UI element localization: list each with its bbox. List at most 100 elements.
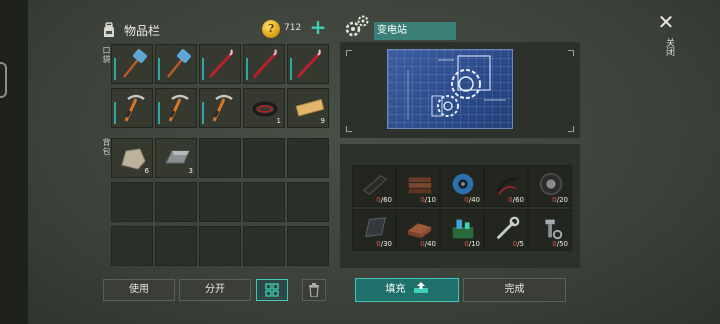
material-requirement: 0/60 — [508, 196, 524, 204]
crowbar-icon — [208, 49, 234, 79]
empty-slot[interactable] — [111, 226, 153, 266]
inventory-slot[interactable]: 3 — [155, 138, 197, 178]
crowbar-icon — [252, 49, 278, 79]
durability-bar — [114, 58, 116, 80]
inventory-slot[interactable] — [155, 88, 197, 128]
empty-slot[interactable] — [199, 226, 241, 266]
blueprint-gears-icon — [407, 55, 506, 120]
grid-icon — [265, 283, 279, 297]
wires-icon — [495, 177, 518, 195]
item-count: 3 — [188, 167, 193, 175]
bolts-icon — [545, 219, 563, 240]
material-need: /60 — [512, 196, 524, 204]
durability-bar — [246, 58, 248, 80]
material-slot[interactable]: 0/20 — [528, 165, 572, 207]
empty-slot[interactable] — [243, 182, 285, 222]
use-button[interactable]: 使用 — [103, 279, 175, 301]
delete-button[interactable] — [302, 279, 326, 301]
frame-corner — [568, 126, 574, 132]
split-button[interactable]: 分开 — [179, 279, 251, 301]
durability-bar — [290, 58, 292, 80]
wrench-icon — [496, 216, 520, 240]
inventory-header: 物品栏 — [100, 18, 160, 42]
iron-ingot-icon — [165, 150, 190, 164]
sort-button[interactable] — [256, 279, 288, 301]
inventory-slot[interactable] — [111, 44, 153, 84]
coin-icon: ? — [262, 20, 280, 38]
material-need: /40 — [424, 240, 436, 248]
material-requirement: 0/30 — [376, 240, 392, 248]
inventory-slot[interactable] — [155, 44, 197, 84]
item-count: 9 — [320, 117, 325, 125]
durability-bar — [114, 102, 116, 124]
station-name: 变电站 — [374, 22, 456, 40]
material-slot[interactable]: 0/60 — [484, 165, 528, 207]
pickaxe-icon — [212, 94, 233, 122]
material-need: /20 — [556, 196, 568, 204]
material-slot[interactable]: 0/60 — [352, 165, 396, 207]
fill-icon — [413, 282, 428, 293]
close-icon[interactable]: ✕ — [656, 12, 676, 32]
material-requirement: 0/10 — [464, 240, 480, 248]
pickaxe-icon — [124, 94, 145, 122]
pickaxe-icon — [168, 94, 189, 122]
tire-icon — [539, 172, 563, 196]
material-slot[interactable]: 0/10 — [440, 209, 484, 251]
add-coins-button[interactable]: + — [309, 17, 327, 37]
empty-slot[interactable] — [243, 226, 285, 266]
item-count: 6 — [144, 167, 149, 175]
material-requirement: 0/50 — [552, 240, 568, 248]
material-slot[interactable]: 0/50 — [528, 209, 572, 251]
material-requirement: 0/40 — [464, 196, 480, 204]
empty-slot[interactable] — [243, 138, 285, 178]
durability-bar — [202, 58, 204, 80]
material-need: /50 — [556, 240, 568, 248]
empty-slot[interactable] — [287, 226, 329, 266]
inventory-slot[interactable] — [199, 44, 241, 84]
frame-corner — [568, 50, 574, 56]
material-slot[interactable]: 0/40 — [396, 209, 440, 251]
material-requirement: 0/20 — [552, 196, 568, 204]
wood-plank-icon — [295, 98, 324, 117]
empty-slot[interactable] — [199, 182, 241, 222]
inventory-slot[interactable]: 9 — [287, 88, 329, 128]
inventory-slot[interactable] — [111, 88, 153, 128]
empty-slot[interactable] — [199, 138, 241, 178]
side-pull-tab[interactable] — [0, 62, 7, 98]
inventory-slot[interactable]: 1 — [243, 88, 285, 128]
material-requirement: 0/60 — [376, 196, 392, 204]
material-requirement: 0/40 — [420, 240, 436, 248]
planks-icon — [408, 177, 432, 194]
fill-button[interactable]: 填充 — [355, 278, 459, 302]
material-slot[interactable]: 0/10 — [396, 165, 440, 207]
gears-icon — [345, 15, 369, 37]
inventory-slot[interactable] — [287, 44, 329, 84]
empty-slot[interactable] — [155, 226, 197, 266]
done-button[interactable]: 完成 — [463, 278, 566, 302]
material-need: /5 — [517, 240, 524, 248]
material-slot[interactable]: 0/5 — [484, 209, 528, 251]
empty-slot[interactable] — [155, 182, 197, 222]
coin-count: 712 — [284, 23, 302, 33]
screen-edge — [0, 0, 28, 324]
material-slot[interactable]: 0/40 — [440, 165, 484, 207]
cable-spool-icon — [452, 173, 474, 195]
material-requirement: 0/10 — [420, 196, 436, 204]
rubber-icon — [363, 175, 387, 195]
empty-slot[interactable] — [287, 138, 329, 178]
durability-bar — [158, 102, 160, 124]
material-slot[interactable]: 0/30 — [352, 209, 396, 251]
inventory-slot[interactable] — [243, 44, 285, 84]
empty-slot[interactable] — [111, 182, 153, 222]
trash-icon — [309, 283, 319, 298]
electronics-icon — [452, 219, 474, 239]
empty-slot[interactable] — [287, 182, 329, 222]
inventory-slot[interactable]: 6 — [111, 138, 153, 178]
blueprint-image — [387, 49, 513, 129]
frame-corner — [346, 50, 352, 56]
game-screen: 物品栏 ? 712 + 口袋 背包 19 63 使用 分开 变电站 0/60 0… — [0, 0, 720, 324]
item-count: 1 — [276, 117, 281, 125]
material-need: /30 — [380, 240, 392, 248]
inventory-slot[interactable] — [199, 88, 241, 128]
inventory-title: 物品栏 — [124, 23, 161, 38]
